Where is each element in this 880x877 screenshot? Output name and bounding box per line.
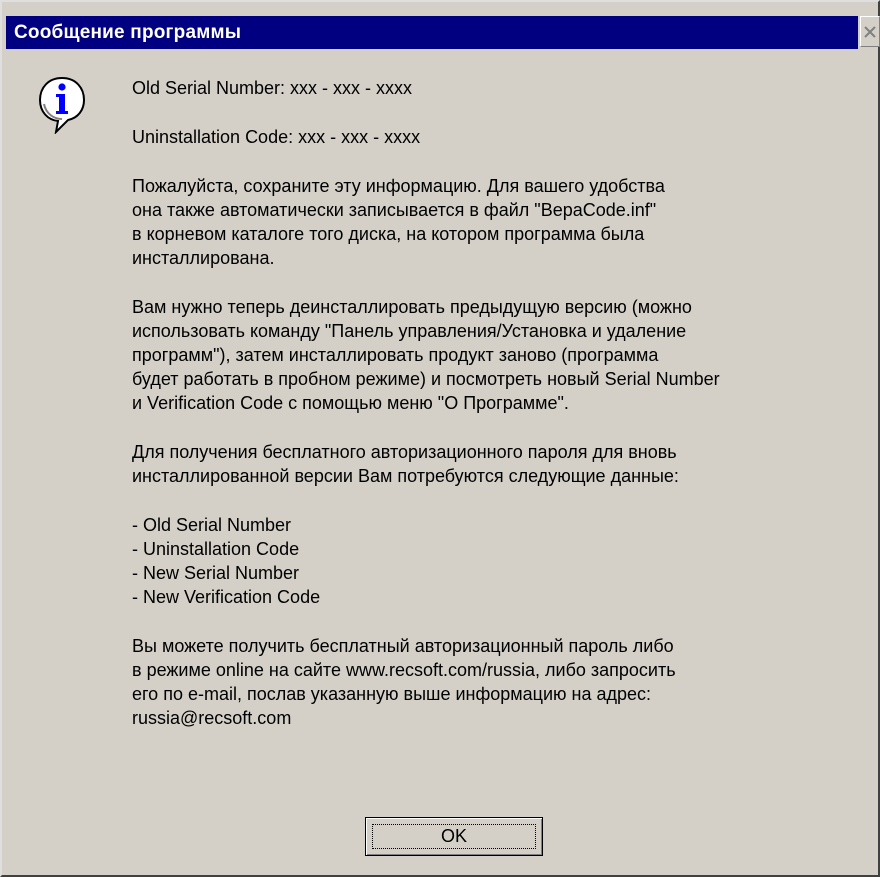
paragraph-line: программ"), затем инсталлировать продукт…: [132, 345, 659, 365]
paragraph-line: в режиме online на сайте www.recsoft.com…: [132, 660, 676, 680]
paragraph-line: будет работать в пробном режиме) и посмо…: [132, 369, 720, 389]
message-content: Old Serial Number: xxx - xxx - xxxx Unin…: [132, 76, 862, 730]
paragraph-line: его по e-mail, послав указанную выше инф…: [132, 684, 652, 704]
list-item: - New Verification Code: [132, 587, 321, 607]
paragraph-line: она также автоматически записывается в ф…: [132, 200, 657, 220]
required-data-paragraph: Для получения бесплатного авторизационно…: [132, 440, 862, 488]
close-icon: [864, 26, 876, 38]
save-info-paragraph: Пожалуйста, сохраните эту информацию. Дл…: [132, 174, 862, 270]
get-password-paragraph: Вы можете получить бесплатный авторизаци…: [132, 634, 862, 730]
list-item: - Old Serial Number: [132, 515, 292, 535]
ok-button-label: OK: [440, 826, 467, 846]
close-button[interactable]: [860, 16, 880, 47]
old-serial-number-line: Old Serial Number: xxx - xxx - xxxx: [132, 78, 413, 98]
list-item: - New Serial Number: [132, 563, 300, 583]
paragraph-line: Вам нужно теперь деинсталлировать предыд…: [132, 297, 692, 317]
email-address: russia@recsoft.com: [132, 708, 292, 728]
window-title: Сообщение программы: [14, 22, 242, 43]
message-dialog: Сообщение программы Old Serial Number: x…: [0, 0, 880, 877]
paragraph-line: Для получения бесплатного авторизационно…: [132, 442, 677, 462]
reinstall-instructions-paragraph: Вам нужно теперь деинсталлировать предыд…: [132, 295, 862, 415]
paragraph-line: инсталлированной версии Вам потребуются …: [132, 466, 679, 486]
required-data-list: - Old Serial Number - Uninstallation Cod…: [132, 513, 862, 609]
list-item: - Uninstallation Code: [132, 539, 300, 559]
info-icon: [38, 76, 86, 134]
paragraph-line: в корневом каталоге того диска, на котор…: [132, 224, 645, 244]
ok-button[interactable]: OK: [365, 817, 543, 856]
uninstallation-code-line: Uninstallation Code: xxx - xxx - xxxx: [132, 127, 421, 147]
paragraph-line: Вы можете получить бесплатный авторизаци…: [132, 636, 674, 656]
paragraph-line: и Verification Code с помощью меню "О Пр…: [132, 393, 569, 413]
title-bar[interactable]: Сообщение программы: [6, 16, 858, 49]
paragraph-line: использовать команду "Панель управления/…: [132, 321, 687, 341]
paragraph-line: Пожалуйста, сохраните эту информацию. Дл…: [132, 176, 665, 196]
paragraph-line: инсталлирована.: [132, 248, 275, 268]
